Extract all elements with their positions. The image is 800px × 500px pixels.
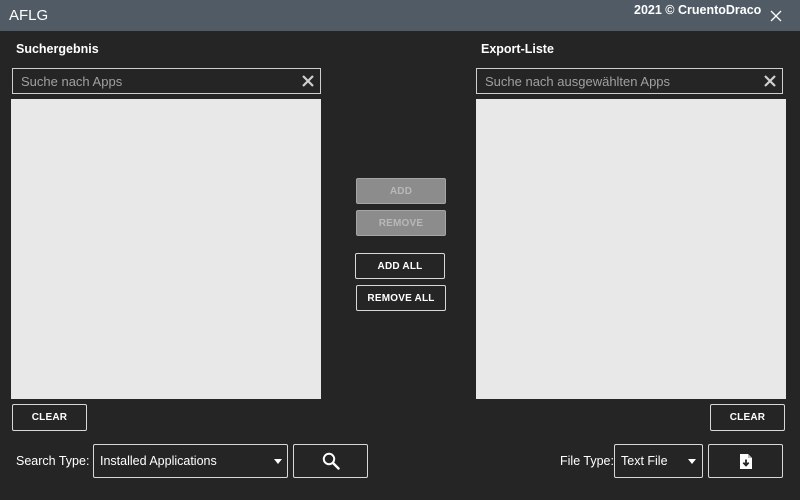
clear-search-apps-button[interactable] xyxy=(300,73,316,89)
clear-results-button[interactable]: CLEAR xyxy=(12,404,87,431)
search-button[interactable] xyxy=(293,444,368,478)
chevron-down-icon xyxy=(688,459,696,464)
x-icon xyxy=(302,75,314,87)
add-button[interactable]: ADD xyxy=(356,178,446,204)
close-icon xyxy=(770,10,782,22)
chevron-down-icon xyxy=(274,459,282,464)
search-type-value: Installed Applications xyxy=(100,454,217,468)
close-button[interactable] xyxy=(762,4,790,28)
clear-export-button[interactable]: CLEAR xyxy=(710,404,785,431)
file-download-icon xyxy=(739,453,752,469)
file-type-value: Text File xyxy=(621,454,668,468)
search-type-label: Search Type: xyxy=(16,454,90,468)
search-type-select[interactable]: Installed Applications xyxy=(93,444,288,478)
copyright-text: 2021 © CruentoDraco xyxy=(634,3,762,17)
search-icon xyxy=(322,452,340,470)
x-icon xyxy=(764,75,776,87)
export-list-label: Export-Liste xyxy=(481,42,554,56)
remove-button[interactable]: REMOVE xyxy=(356,210,446,236)
search-selected-apps-box xyxy=(476,68,783,94)
app-title: AFLG xyxy=(9,7,49,24)
export-button[interactable] xyxy=(708,444,783,478)
title-bar: AFLG 2021 © CruentoDraco xyxy=(0,0,800,31)
export-list[interactable] xyxy=(476,99,786,399)
search-results-list[interactable] xyxy=(11,99,321,399)
remove-all-button[interactable]: REMOVE ALL xyxy=(356,285,446,311)
search-results-label: Suchergebnis xyxy=(16,42,99,56)
search-apps-input[interactable] xyxy=(13,69,296,93)
clear-search-selected-button[interactable] xyxy=(762,73,778,89)
search-selected-apps-input[interactable] xyxy=(477,69,758,93)
search-apps-box xyxy=(12,68,321,94)
file-type-label: File Type: xyxy=(560,454,614,468)
add-all-button[interactable]: ADD ALL xyxy=(355,253,445,279)
file-type-select[interactable]: Text File xyxy=(614,444,703,478)
